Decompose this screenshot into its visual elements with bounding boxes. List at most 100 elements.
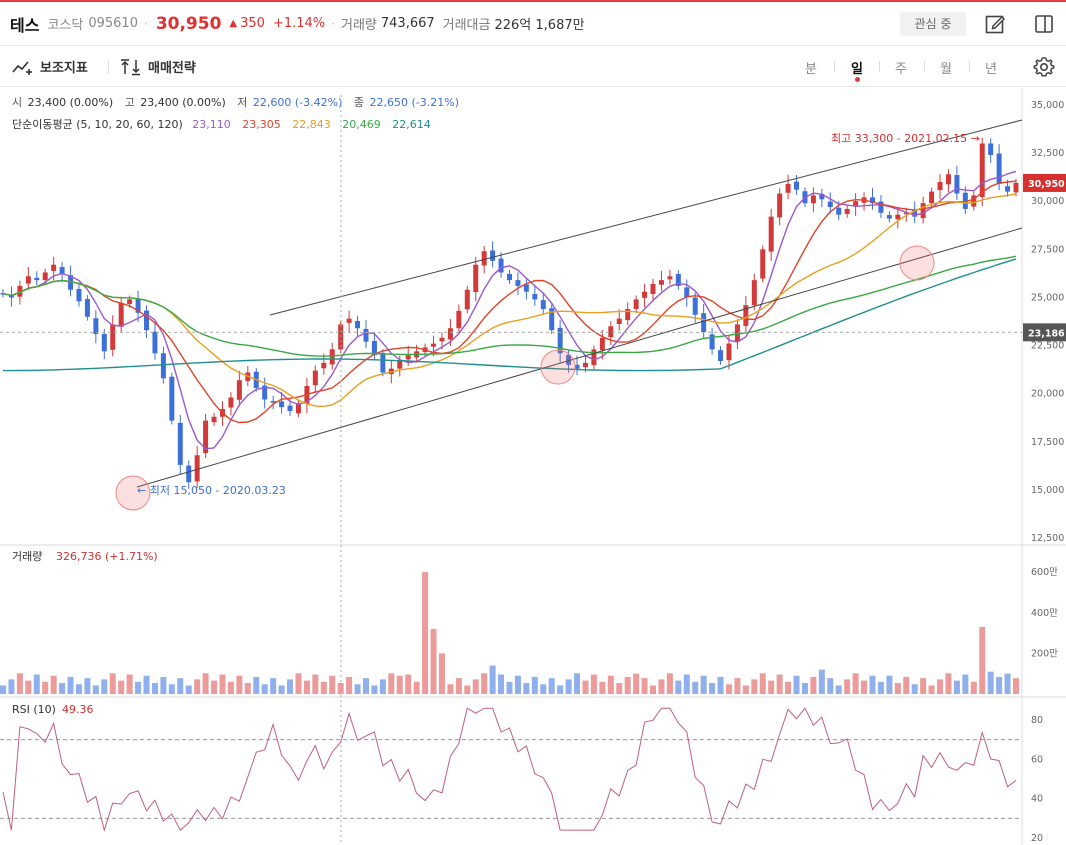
- candle-body: [346, 318, 352, 323]
- candle-body: [34, 277, 40, 281]
- volume-bar: [101, 679, 108, 694]
- candle-body: [51, 264, 57, 271]
- volume-bar: [861, 680, 868, 694]
- volume-bar: [362, 678, 369, 694]
- volume-bar: [818, 669, 825, 694]
- volume-bar: [405, 674, 412, 694]
- moving-average-line: [2, 193, 1017, 408]
- watch-button[interactable]: 관심 중: [900, 12, 966, 36]
- volume-bars-group: [0, 572, 1019, 694]
- volume-bar: [25, 680, 32, 694]
- volume-bar: [624, 676, 631, 694]
- volume-value: 743,667: [380, 16, 435, 31]
- volume-bar: [877, 681, 884, 694]
- period-month[interactable]: 월: [940, 58, 952, 77]
- candle-body: [287, 405, 293, 411]
- settings-gear-icon[interactable]: [1033, 56, 1055, 78]
- candle-body: [1013, 182, 1019, 193]
- price-axis-tick-label: 22,500: [1031, 341, 1064, 352]
- period-separator: [969, 61, 970, 72]
- low-marker-label: ← 최저 15,050 - 2020.03.23: [137, 484, 286, 497]
- rsi-panel-value: 49.36: [62, 703, 94, 716]
- volume-bar: [810, 676, 817, 694]
- volume-bar: [75, 684, 82, 694]
- volume-bar: [0, 685, 6, 694]
- volume-bar: [599, 681, 606, 694]
- candle-body: [810, 195, 816, 204]
- candle-body: [768, 216, 774, 252]
- period-week[interactable]: 주: [895, 58, 907, 77]
- candle-body: [777, 193, 783, 218]
- candle-body: [692, 297, 698, 315]
- volume-bar: [869, 675, 876, 694]
- candle-body: [321, 362, 327, 369]
- volume-bar: [658, 679, 665, 694]
- candle-body: [734, 324, 740, 342]
- indicator-button[interactable]: 보조지표: [12, 57, 88, 76]
- volume-bar: [692, 681, 699, 694]
- volume-bar: [455, 678, 462, 694]
- trend-touch-marker: [899, 245, 935, 281]
- volume-bar: [270, 678, 277, 694]
- strategy-button[interactable]: 매매전략: [120, 57, 196, 76]
- volume-bar: [835, 685, 842, 694]
- candle-body: [101, 334, 107, 352]
- volume-bar: [168, 684, 175, 694]
- volume-bar: [540, 684, 547, 694]
- volume-bar: [844, 679, 851, 694]
- volume-bar: [675, 680, 682, 694]
- candle-body: [827, 201, 833, 207]
- price-axis-tick-label: 35,000: [1031, 100, 1064, 111]
- candle-body: [557, 327, 563, 354]
- volume-axis-tick-label: 400만: [1031, 608, 1058, 619]
- volume-bar: [574, 673, 581, 694]
- indicator-icon: [12, 60, 32, 75]
- volume-bar: [135, 681, 142, 694]
- volume-axis-tick-label: 200만: [1031, 648, 1058, 659]
- volume-bar: [185, 685, 192, 694]
- price-axis-tick-label: 32,500: [1031, 148, 1064, 159]
- strategy-icon: [121, 58, 140, 75]
- candle-body: [312, 370, 318, 386]
- chart-toolbar: 보조지표 매매전략 분 일 주 월 년: [0, 47, 1066, 87]
- candle-body: [490, 250, 496, 261]
- candle-body: [591, 349, 597, 366]
- period-year[interactable]: 년: [985, 58, 997, 77]
- price-axis-tick-label: 30,000: [1031, 196, 1064, 207]
- sidebar-toggle-icon[interactable]: [1033, 13, 1055, 35]
- volume-bar: [953, 680, 960, 694]
- volume-bar: [962, 674, 969, 694]
- candle-body: [507, 273, 512, 281]
- volume-bar: [759, 673, 766, 694]
- volume-bar: [388, 673, 395, 694]
- candle-body: [988, 143, 994, 156]
- volume-bar: [920, 678, 927, 694]
- edit-icon[interactable]: [984, 13, 1006, 35]
- volume-bar: [523, 683, 530, 694]
- period-minute[interactable]: 분: [805, 58, 817, 77]
- indicator-label: 보조지표: [40, 61, 88, 76]
- volume-bar: [413, 681, 420, 694]
- candle-body: [684, 287, 690, 298]
- candle-body: [979, 143, 985, 197]
- volume-bar: [557, 685, 564, 694]
- stock-code: 095610: [88, 16, 138, 31]
- stock-chart[interactable]: 35,000 32,500 30,000 27,500 25,000 22,500 20,0…: [0, 88, 1066, 845]
- toolbar-divider: [108, 60, 109, 74]
- candle-body: [945, 174, 951, 185]
- period-day[interactable]: 일: [851, 58, 863, 77]
- period-separator: [879, 61, 880, 72]
- volume-bar: [582, 680, 589, 694]
- volume-bar: [894, 683, 901, 694]
- high-marker-label: 최고 33,300 - 2021.02.15 →: [831, 132, 980, 145]
- crosshair-price-tag-label: 23,186: [1028, 328, 1065, 339]
- candle-body: [836, 207, 842, 215]
- period-separator: [924, 61, 925, 72]
- price-change: 350: [240, 16, 265, 31]
- volume-bar: [236, 675, 243, 694]
- trend-channel-upper-line: [269, 119, 1023, 316]
- volume-bar: [725, 684, 732, 694]
- candle-body: [93, 318, 99, 335]
- candle-body: [42, 272, 48, 281]
- candle-body: [439, 337, 445, 342]
